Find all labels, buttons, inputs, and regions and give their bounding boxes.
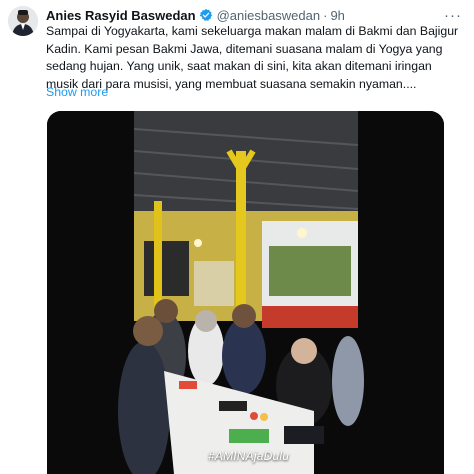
video-player[interactable] <box>47 111 444 474</box>
video-hashtag-overlay: #AMINAjaDulu <box>208 449 290 463</box>
verified-badge-icon <box>199 8 213 22</box>
video-frame <box>47 111 444 474</box>
author-avatar[interactable] <box>8 6 38 36</box>
post-text-line: musik dari para musisi, yang membuat sua… <box>46 76 417 91</box>
post-timestamp[interactable]: 9h <box>330 8 344 23</box>
author-handle[interactable]: @aniesbaswedan <box>217 8 321 23</box>
tweet-card: Anies Rasyid Baswedan @aniesbaswedan · 9… <box>0 0 474 474</box>
author-display-name[interactable]: Anies Rasyid Baswedan <box>46 8 196 23</box>
show-more-link[interactable]: Show more <box>46 85 108 99</box>
post-text: Sampai di Yogyakarta, kami sekeluarga ma… <box>46 23 462 93</box>
post-text-line: Sampai di Yogyakarta, kami sekeluarga ma… <box>46 24 459 38</box>
tweet-header: Anies Rasyid Baswedan @aniesbaswedan · 9… <box>46 5 462 25</box>
header-separator: · <box>323 7 328 23</box>
post-text-line: sedang hujan. Yang unik, saat makan di s… <box>46 59 432 74</box>
post-text-line: Kadin. Kami pesan Bakmi Jawa, ditemani s… <box>46 41 443 56</box>
more-options-icon[interactable]: ··· <box>444 8 462 23</box>
